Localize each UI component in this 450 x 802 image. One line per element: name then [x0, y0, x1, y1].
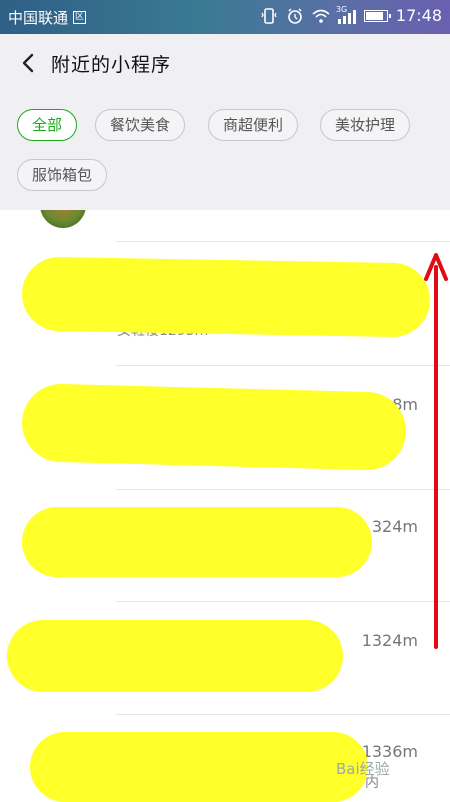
signal-icon: 3G — [335, 4, 356, 24]
scroll-up-arrow-icon — [424, 253, 448, 649]
chip-beauty[interactable]: 美妆护理 — [320, 109, 411, 141]
wifi-icon — [312, 9, 330, 23]
chip-all[interactable]: 全部 — [17, 109, 78, 141]
network-type: 3G — [335, 4, 348, 14]
battery-icon — [363, 9, 391, 22]
alarm-icon — [288, 7, 302, 24]
status-bar: 中国联通 区 3G 17:48 — [0, 0, 450, 34]
avatar[interactable] — [40, 210, 86, 228]
list-item-distance: 1324m — [361, 631, 418, 650]
header: 附近的小程序 全部 餐饮美食 商超便利 美妆护理 服饰箱包 — [0, 34, 450, 210]
vibrate-icon — [261, 7, 277, 24]
back-arrow-icon[interactable] — [18, 52, 40, 74]
divider — [116, 601, 450, 602]
redaction-blob — [22, 507, 372, 577]
list-item-distance: 324m — [371, 517, 418, 536]
clock: 17:48 — [395, 6, 442, 25]
chip-food[interactable]: 餐饮美食 — [95, 109, 186, 141]
divider — [116, 241, 450, 242]
chip-apparel[interactable]: 服饰箱包 — [17, 159, 108, 191]
redaction-blob — [7, 620, 343, 692]
page-title: 附近的小程序 — [51, 54, 172, 76]
divider — [116, 714, 450, 715]
redaction-blob — [30, 732, 368, 802]
carrier-name: 中国联通 — [8, 9, 69, 27]
chip-supermarket[interactable]: 商超便利 — [208, 109, 299, 141]
carrier-box-icon: 区 — [73, 11, 87, 24]
redaction-blob — [21, 382, 407, 472]
divider — [116, 365, 450, 366]
divider — [116, 489, 450, 490]
watermark: Bai经验 — [336, 760, 390, 778]
redaction-blob — [21, 256, 431, 338]
